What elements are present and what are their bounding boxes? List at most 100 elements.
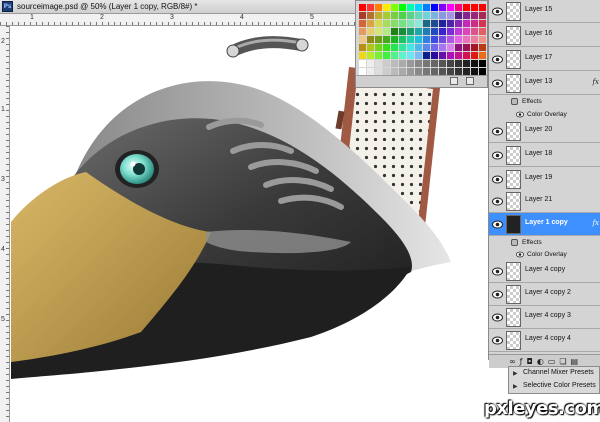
color-swatch[interactable]	[463, 36, 470, 43]
color-swatch[interactable]	[439, 4, 446, 11]
adjustment-preset-item[interactable]: ▶ Selective Color Presets	[509, 381, 600, 393]
color-swatch[interactable]	[455, 68, 462, 75]
color-swatch[interactable]	[423, 4, 430, 11]
folder-icon[interactable]: ▭	[548, 357, 556, 366]
color-swatch[interactable]	[391, 36, 398, 43]
color-swatch[interactable]	[423, 20, 430, 27]
delete-swatch-button[interactable]	[466, 77, 474, 85]
color-swatch[interactable]	[415, 28, 422, 35]
color-swatch[interactable]	[399, 20, 406, 27]
eye-icon[interactable]	[492, 336, 503, 345]
color-swatch[interactable]	[415, 52, 422, 59]
color-swatch[interactable]	[471, 60, 478, 67]
color-swatch[interactable]	[415, 4, 422, 11]
color-swatch[interactable]	[407, 28, 414, 35]
color-swatch[interactable]	[431, 12, 438, 19]
color-swatch[interactable]	[399, 12, 406, 19]
color-swatch[interactable]	[431, 68, 438, 75]
color-swatch[interactable]	[383, 60, 390, 67]
color-swatch[interactable]	[359, 20, 366, 27]
adjustments-panel[interactable]: ▶ Channel Mixer Presets ▶ Selective Colo…	[508, 366, 600, 394]
color-swatch[interactable]	[479, 20, 486, 27]
color-swatch[interactable]	[367, 60, 374, 67]
horizontal-ruler[interactable]: 1 2 3 4 5	[0, 14, 355, 26]
color-swatch[interactable]	[375, 60, 382, 67]
fx-icon[interactable]: ƒ	[520, 357, 523, 366]
fx-icon[interactable]: fx	[592, 219, 599, 227]
color-swatch[interactable]	[455, 52, 462, 59]
color-swatch[interactable]	[439, 60, 446, 67]
layer-row[interactable]: Layer 18	[489, 144, 600, 167]
color-swatch[interactable]	[479, 12, 486, 19]
eye-icon[interactable]	[492, 290, 503, 299]
color-swatch[interactable]	[423, 28, 430, 35]
color-swatch[interactable]	[463, 60, 470, 67]
color-swatch[interactable]	[415, 44, 422, 51]
color-swatch[interactable]	[407, 44, 414, 51]
color-swatch[interactable]	[479, 36, 486, 43]
color-swatch[interactable]	[471, 36, 478, 43]
color-swatch[interactable]	[471, 28, 478, 35]
eye-icon[interactable]	[492, 7, 503, 16]
eye-icon[interactable]	[516, 111, 524, 118]
color-swatch[interactable]	[391, 60, 398, 67]
color-swatch[interactable]	[399, 52, 406, 59]
color-swatch[interactable]	[359, 68, 366, 75]
color-swatch[interactable]	[391, 52, 398, 59]
color-swatch[interactable]	[471, 68, 478, 75]
layer-row[interactable]: Layer 15	[489, 0, 600, 23]
eye-icon[interactable]	[492, 31, 503, 40]
layer-row[interactable]: Layer 4 copy 4	[489, 329, 600, 352]
document-tab[interactable]: Ps sourceimage.psd @ 50% (Layer 1 copy, …	[0, 0, 355, 14]
color-swatch[interactable]	[407, 52, 414, 59]
new-layer-icon[interactable]: ❏	[559, 357, 566, 366]
color-swatch[interactable]	[431, 52, 438, 59]
color-swatch[interactable]	[447, 52, 454, 59]
color-swatch[interactable]	[399, 28, 406, 35]
color-swatch[interactable]	[471, 52, 478, 59]
eye-icon[interactable]	[492, 197, 503, 206]
color-swatch[interactable]	[431, 60, 438, 67]
color-swatch[interactable]	[375, 12, 382, 19]
eye-icon[interactable]	[492, 175, 503, 184]
color-swatch[interactable]	[375, 20, 382, 27]
color-swatch[interactable]	[367, 68, 374, 75]
color-swatch[interactable]	[423, 68, 430, 75]
layer-row[interactable]: Layer 19	[489, 168, 600, 191]
color-swatch[interactable]	[375, 44, 382, 51]
color-swatch[interactable]	[431, 36, 438, 43]
layers-panel[interactable]: Layer 15 Layer 16 Layer 17 Layer 13 fx E…	[488, 0, 600, 368]
eye-icon[interactable]	[492, 220, 503, 229]
effects-row[interactable]: Effects	[489, 95, 600, 109]
adjustment-preset-item[interactable]: ▶ Channel Mixer Presets	[509, 368, 600, 380]
swatch-grid[interactable]	[359, 4, 486, 75]
vertical-ruler[interactable]: 2 1 3 4 5	[0, 26, 10, 422]
color-swatch[interactable]	[455, 36, 462, 43]
color-swatch[interactable]	[439, 68, 446, 75]
color-swatch[interactable]	[447, 28, 454, 35]
layer-row[interactable]: Layer 13 fx	[489, 72, 600, 95]
eye-icon[interactable]	[492, 55, 503, 64]
color-swatch[interactable]	[447, 60, 454, 67]
color-swatch[interactable]	[375, 52, 382, 59]
layer-row[interactable]: Layer 20	[489, 120, 600, 143]
color-swatch[interactable]	[375, 28, 382, 35]
color-swatch[interactable]	[455, 60, 462, 67]
color-swatch[interactable]	[415, 36, 422, 43]
color-swatch[interactable]	[423, 12, 430, 19]
color-swatch[interactable]	[359, 60, 366, 67]
color-swatch[interactable]	[455, 28, 462, 35]
color-swatch[interactable]	[431, 20, 438, 27]
layer-row[interactable]: Layer 16	[489, 24, 600, 47]
color-swatch[interactable]	[479, 60, 486, 67]
color-swatch[interactable]	[431, 44, 438, 51]
color-swatch[interactable]	[375, 4, 382, 11]
color-swatch[interactable]	[407, 68, 414, 75]
eye-icon[interactable]	[492, 267, 503, 276]
color-swatch[interactable]	[407, 20, 414, 27]
color-swatch[interactable]	[463, 4, 470, 11]
color-swatch[interactable]	[367, 12, 374, 19]
color-swatch[interactable]	[399, 44, 406, 51]
color-swatch[interactable]	[415, 68, 422, 75]
color-swatch[interactable]	[383, 52, 390, 59]
